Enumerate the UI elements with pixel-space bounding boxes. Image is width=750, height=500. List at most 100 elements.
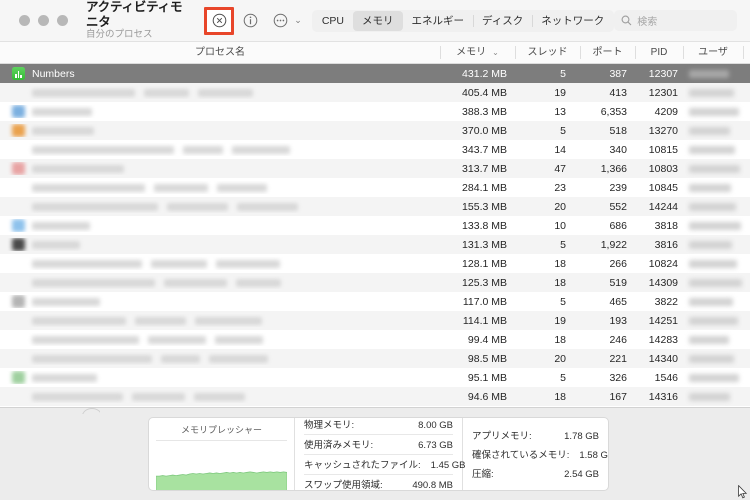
zoom-button[interactable] <box>57 15 68 26</box>
table-row[interactable]: 133.8 MB 10 686 3818 <box>0 216 750 235</box>
table-row[interactable]: 99.4 MB 18 246 14283 <box>0 330 750 349</box>
table-row[interactable]: 117.0 MB 5 465 3822 <box>0 292 750 311</box>
tab-memory[interactable]: メモリ <box>353 10 403 31</box>
column-header-pid[interactable]: PID <box>635 42 683 64</box>
redaction-bar <box>217 183 267 192</box>
redaction-bar <box>689 107 739 116</box>
column-header-memory[interactable]: メモリ ⌄ <box>440 42 515 64</box>
cell-pid: 14283 <box>648 333 678 346</box>
cell-process-name <box>0 276 440 289</box>
cell-user <box>683 335 743 344</box>
panel-resize-grip[interactable] <box>82 407 100 414</box>
redaction-bar <box>198 88 253 97</box>
cell-pid: 10824 <box>648 257 678 270</box>
cell-threads: 18 <box>554 276 566 289</box>
process-name-redacted <box>32 316 262 325</box>
table-row[interactable]: 131.3 MB 5 1,922 3816 <box>0 235 750 254</box>
column-header-memory-label: メモリ <box>456 46 487 58</box>
cell-memory: 99.4 MB <box>467 333 507 346</box>
cell-threads: 5 <box>560 295 566 308</box>
memory-stats-right: アプリメモリ: 1.78 GB 確保されているメモリ: 1.58 GB 圧縮: 2.54 … <box>463 418 608 490</box>
redaction-bar <box>32 126 94 135</box>
redaction-bar <box>689 88 734 97</box>
table-row[interactable]: 128.1 MB 18 266 10824 <box>0 254 750 273</box>
cell-process-name <box>0 162 440 175</box>
cell-process-name <box>0 86 440 99</box>
minimize-button[interactable] <box>38 15 49 26</box>
cell-ports: 1,922 <box>600 238 627 251</box>
tab-energy[interactable]: エネルギー <box>403 11 474 31</box>
table-row[interactable]: 313.7 MB 47 1,366 10803 <box>0 159 750 178</box>
column-header-user[interactable]: ユーザ <box>683 42 743 64</box>
cell-pid: 10815 <box>648 143 678 156</box>
cell-memory: 370.0 MB <box>462 124 507 137</box>
cell-ports: 519 <box>609 276 627 289</box>
column-header-ports[interactable]: ポート <box>580 42 635 64</box>
table-row[interactable]: 95.1 MB 5 326 1546 <box>0 368 750 387</box>
search-field[interactable]: 検索 <box>614 10 737 31</box>
redaction-bar <box>154 183 208 192</box>
cell-pid: 4209 <box>654 105 678 118</box>
column-header-process-name[interactable]: プロセス名 <box>0 42 440 64</box>
inspect-process-button[interactable] <box>236 8 264 34</box>
cell-memory: 431.2 MB <box>462 67 507 80</box>
table-row[interactable]: 370.0 MB 5 518 13270 <box>0 121 750 140</box>
process-name-redacted <box>32 183 267 192</box>
cell-user <box>683 297 743 306</box>
tab-cpu[interactable]: CPU <box>313 11 353 31</box>
table-row[interactable]: 343.7 MB 14 340 10815 <box>0 140 750 159</box>
process-name-label: Numbers <box>32 67 75 80</box>
process-name-redacted <box>32 354 268 363</box>
redaction-bar <box>132 392 185 401</box>
redaction-bar <box>32 240 80 249</box>
app-icon-placeholder <box>12 276 25 289</box>
app-icon-placeholder <box>12 200 25 213</box>
memory-pressure-title: メモリプレッシャー <box>180 425 262 435</box>
table-row[interactable]: 405.4 MB 19 413 12301 <box>0 83 750 102</box>
memory-stats: 物理メモリ: 8.00 GB 使用済みメモリ: 6.73 GB キャッシュされたファイル… <box>295 418 608 490</box>
chevron-down-icon[interactable]: ⌄ <box>294 15 302 26</box>
redaction-bar <box>689 221 741 230</box>
memory-stat-row: キャッシュされたファイル: 1.45 GB <box>304 453 466 474</box>
table-row[interactable]: 125.3 MB 18 519 14309 <box>0 273 750 292</box>
redaction-bar <box>32 202 158 211</box>
more-options-button[interactable] <box>266 8 294 34</box>
cell-user <box>683 373 743 382</box>
table-row[interactable]: 94.6 MB 18 167 14316 <box>0 387 750 406</box>
table-row[interactable]: 155.3 MB 20 552 14244 <box>0 197 750 216</box>
redaction-bar <box>689 259 737 268</box>
redaction-bar <box>689 316 738 325</box>
ellipsis-circle-icon <box>273 13 288 28</box>
app-icon <box>12 219 25 232</box>
memory-pressure-graph <box>156 440 287 490</box>
cell-memory: 98.5 MB <box>467 352 507 365</box>
cell-memory: 343.7 MB <box>462 143 507 156</box>
stop-icon <box>212 13 227 28</box>
tab-network[interactable]: ネットワーク <box>532 11 613 31</box>
process-table[interactable]: Numbers 431.2 MB 5 387 12307 405.4 MB 19 413 123… <box>0 64 750 407</box>
cell-process-name <box>0 105 440 118</box>
table-row[interactable]: 284.1 MB 23 239 10845 <box>0 178 750 197</box>
toolbar-buttons: ⌄ <box>204 6 304 35</box>
table-row[interactable]: 98.5 MB 20 221 14340 <box>0 349 750 368</box>
table-row[interactable]: Numbers 431.2 MB 5 387 12307 <box>0 64 750 83</box>
cell-ports: 465 <box>609 295 627 308</box>
app-icon <box>12 105 25 118</box>
column-header-threads[interactable]: スレッド <box>515 42 580 64</box>
tab-disk[interactable]: ディスク <box>473 11 532 31</box>
cell-ports: 193 <box>609 314 627 327</box>
cell-threads: 5 <box>560 124 566 137</box>
app-icon <box>12 162 25 175</box>
table-row[interactable]: 114.1 MB 19 193 14251 <box>0 311 750 330</box>
cell-process-name <box>0 257 440 270</box>
redaction-bar <box>32 164 124 173</box>
window-title: アクティビティモニタ <box>86 0 183 29</box>
cell-ports: 518 <box>609 124 627 137</box>
table-row[interactable]: 388.3 MB 13 6,353 4209 <box>0 102 750 121</box>
close-button[interactable] <box>19 15 30 26</box>
memory-stat-value: 490.8 MB <box>412 480 453 491</box>
cell-user <box>683 221 743 230</box>
cell-pid: 14340 <box>648 352 678 365</box>
stop-process-button[interactable] <box>207 8 231 34</box>
cell-threads: 47 <box>554 162 566 175</box>
